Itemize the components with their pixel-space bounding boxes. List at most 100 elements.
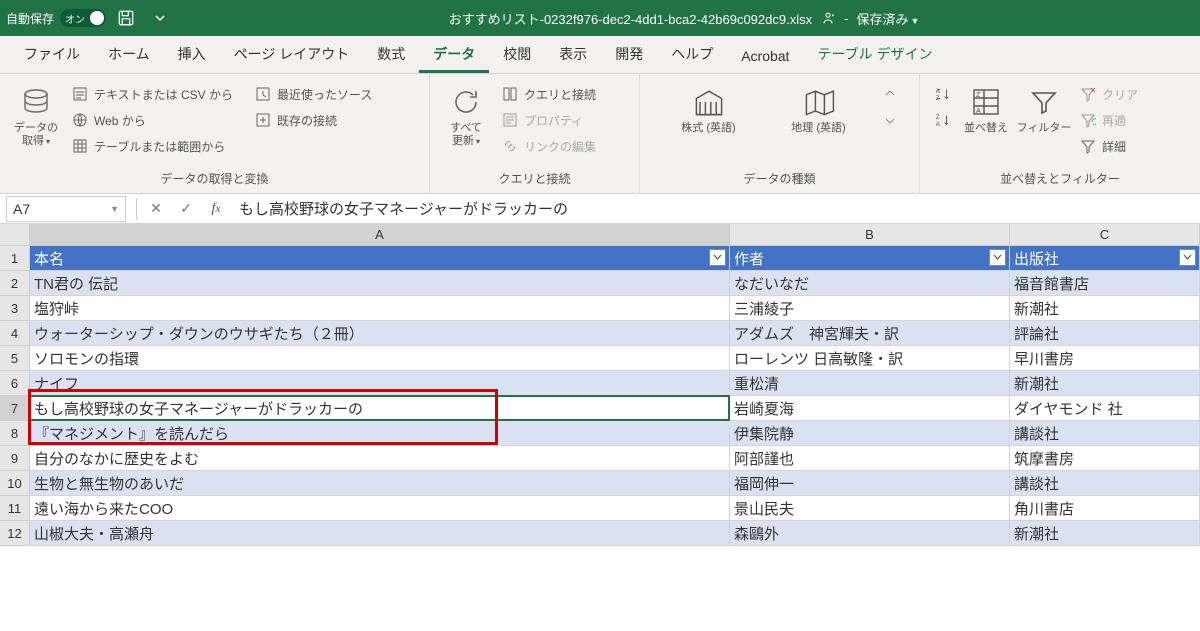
data-type-next[interactable]	[884, 116, 896, 126]
sort-asc-button[interactable]: AZ	[928, 82, 956, 106]
data-type-prev[interactable]	[884, 88, 896, 98]
cell-C4[interactable]: 評論社	[1010, 321, 1200, 346]
recent-sources-button[interactable]: 最近使ったソース	[249, 82, 378, 106]
advanced-filter-button[interactable]: 詳細	[1074, 134, 1144, 158]
cell-A2[interactable]: TN君の 伝記	[30, 271, 730, 296]
from-text-csv-button[interactable]: テキストまたは CSV から	[66, 82, 239, 106]
tab-acrobat[interactable]: Acrobat	[727, 40, 803, 73]
cell-B2[interactable]: なだいなだ	[730, 271, 1010, 296]
geography-button[interactable]: 地理 (英語)	[774, 78, 864, 135]
group-label-data-types: データの種類	[640, 166, 919, 193]
cell-B7[interactable]: 岩崎夏海	[730, 396, 1010, 421]
filter-button[interactable]: フィルター	[1016, 78, 1072, 135]
cell-B8[interactable]: 伊集院静	[730, 421, 1010, 446]
tab-home[interactable]: ホーム	[94, 36, 164, 73]
tab-data[interactable]: データ	[419, 36, 489, 73]
properties-button[interactable]: プロパティ	[496, 108, 602, 132]
row-header-8[interactable]: 8	[0, 421, 30, 446]
formula-input[interactable]: もし高校野球の女子マネージャーがドラッカーの	[231, 195, 1200, 223]
insert-function-button[interactable]: fx	[201, 195, 231, 223]
from-web-button[interactable]: Web から	[66, 108, 239, 132]
queries-connections-button[interactable]: クエリと接続	[496, 82, 602, 106]
cell-C6[interactable]: 新潮社	[1010, 371, 1200, 396]
qat-dropdown[interactable]	[146, 4, 174, 32]
header-cell-book-name[interactable]: 本名	[30, 246, 730, 271]
cell-A10[interactable]: 生物と無生物のあいだ	[30, 471, 730, 496]
row-header-6[interactable]: 6	[0, 371, 30, 396]
cell-A8[interactable]: 『マネジメント』を読んだら	[30, 421, 730, 446]
reapply-button[interactable]: 再適	[1074, 108, 1144, 132]
cell-A7[interactable]: もし高校野球の女子マネージャーがドラッカーの	[30, 396, 730, 421]
col-header-B[interactable]: B	[730, 224, 1010, 246]
autosave-toggle[interactable]: オン	[60, 9, 106, 27]
cell-A12[interactable]: 山椒大夫・高瀬舟	[30, 521, 730, 546]
share-icon[interactable]	[820, 10, 836, 26]
tab-page-layout[interactable]: ページ レイアウト	[220, 36, 364, 73]
cell-C5[interactable]: 早川書房	[1010, 346, 1200, 371]
filter-dropdown-C[interactable]	[1179, 249, 1196, 266]
get-data-button[interactable]: データの取得▾	[8, 78, 64, 148]
cell-C12[interactable]: 新潮社	[1010, 521, 1200, 546]
refresh-all-button[interactable]: すべて更新▾	[438, 78, 494, 148]
edit-links-button[interactable]: リンクの編集	[496, 134, 602, 158]
cell-C10[interactable]: 講談社	[1010, 471, 1200, 496]
stocks-button[interactable]: 株式 (英語)	[664, 78, 754, 135]
row-header-5[interactable]: 5	[0, 346, 30, 371]
cell-C11[interactable]: 角川書店	[1010, 496, 1200, 521]
row-header-12[interactable]: 12	[0, 521, 30, 546]
row-header-1[interactable]: 1	[0, 246, 30, 271]
cell-C9[interactable]: 筑摩書房	[1010, 446, 1200, 471]
tab-view[interactable]: 表示	[545, 36, 601, 73]
row-header-7[interactable]: 7	[0, 396, 30, 421]
filter-dropdown-B[interactable]	[989, 249, 1006, 266]
enter-formula-button[interactable]: ✓	[171, 195, 201, 223]
cell-C8[interactable]: 講談社	[1010, 421, 1200, 446]
cell-B11[interactable]: 景山民夫	[730, 496, 1010, 521]
clear-filter-button[interactable]: クリア	[1074, 82, 1144, 106]
name-box[interactable]: A7▼	[6, 196, 126, 222]
cell-A3[interactable]: 塩狩峠	[30, 296, 730, 321]
cell-B9[interactable]: 阿部謹也	[730, 446, 1010, 471]
sort-button[interactable]: ZA 並べ替え	[958, 78, 1014, 135]
cell-B12[interactable]: 森鷗外	[730, 521, 1010, 546]
header-cell-author[interactable]: 作者	[730, 246, 1010, 271]
col-header-C[interactable]: C	[1010, 224, 1200, 246]
cell-B3[interactable]: 三浦綾子	[730, 296, 1010, 321]
row-header-10[interactable]: 10	[0, 471, 30, 496]
col-header-A[interactable]: A	[30, 224, 730, 246]
tab-review[interactable]: 校閲	[489, 36, 545, 73]
cell-B10[interactable]: 福岡伸一	[730, 471, 1010, 496]
autosave-toggle-wrap[interactable]: 自動保存 オン	[6, 9, 106, 27]
row-header-3[interactable]: 3	[0, 296, 30, 321]
row-header-9[interactable]: 9	[0, 446, 30, 471]
tab-insert[interactable]: 挿入	[164, 36, 220, 73]
cancel-formula-button[interactable]: ✕	[141, 195, 171, 223]
row-header-11[interactable]: 11	[0, 496, 30, 521]
save-button[interactable]	[112, 4, 140, 32]
select-all-corner[interactable]	[0, 224, 30, 246]
cell-C7[interactable]: ダイヤモンド 社	[1010, 396, 1200, 421]
cell-B5[interactable]: ローレンツ 日高敏隆・訳	[730, 346, 1010, 371]
tab-formulas[interactable]: 数式	[363, 36, 419, 73]
tab-file[interactable]: ファイル	[10, 36, 94, 73]
cell-A6[interactable]: ナイフ	[30, 371, 730, 396]
cell-A11[interactable]: 遠い海から来たCOO	[30, 496, 730, 521]
cell-A9[interactable]: 自分のなかに歴史をよむ	[30, 446, 730, 471]
tab-help[interactable]: ヘルプ	[657, 36, 727, 73]
cell-A4[interactable]: ウォーターシップ・ダウンのウサギたち（２冊）	[30, 321, 730, 346]
row-header-2[interactable]: 2	[0, 271, 30, 296]
cell-B4[interactable]: アダムズ 神宮輝夫・訳	[730, 321, 1010, 346]
cell-B6[interactable]: 重松清	[730, 371, 1010, 396]
filter-dropdown-A[interactable]	[709, 249, 726, 266]
existing-connections-button[interactable]: 既存の接続	[249, 108, 378, 132]
cell-C2[interactable]: 福音館書店	[1010, 271, 1200, 296]
header-cell-publisher[interactable]: 出版社	[1010, 246, 1200, 271]
save-status[interactable]: 保存済み▼	[856, 9, 919, 28]
sort-desc-button[interactable]: ZA	[928, 108, 956, 132]
tab-developer[interactable]: 開発	[601, 36, 657, 73]
cell-C3[interactable]: 新潮社	[1010, 296, 1200, 321]
from-table-range-button[interactable]: テーブルまたは範囲から	[66, 134, 239, 158]
tab-table-design[interactable]: テーブル デザイン	[803, 36, 946, 73]
row-header-4[interactable]: 4	[0, 321, 30, 346]
cell-A5[interactable]: ソロモンの指環	[30, 346, 730, 371]
